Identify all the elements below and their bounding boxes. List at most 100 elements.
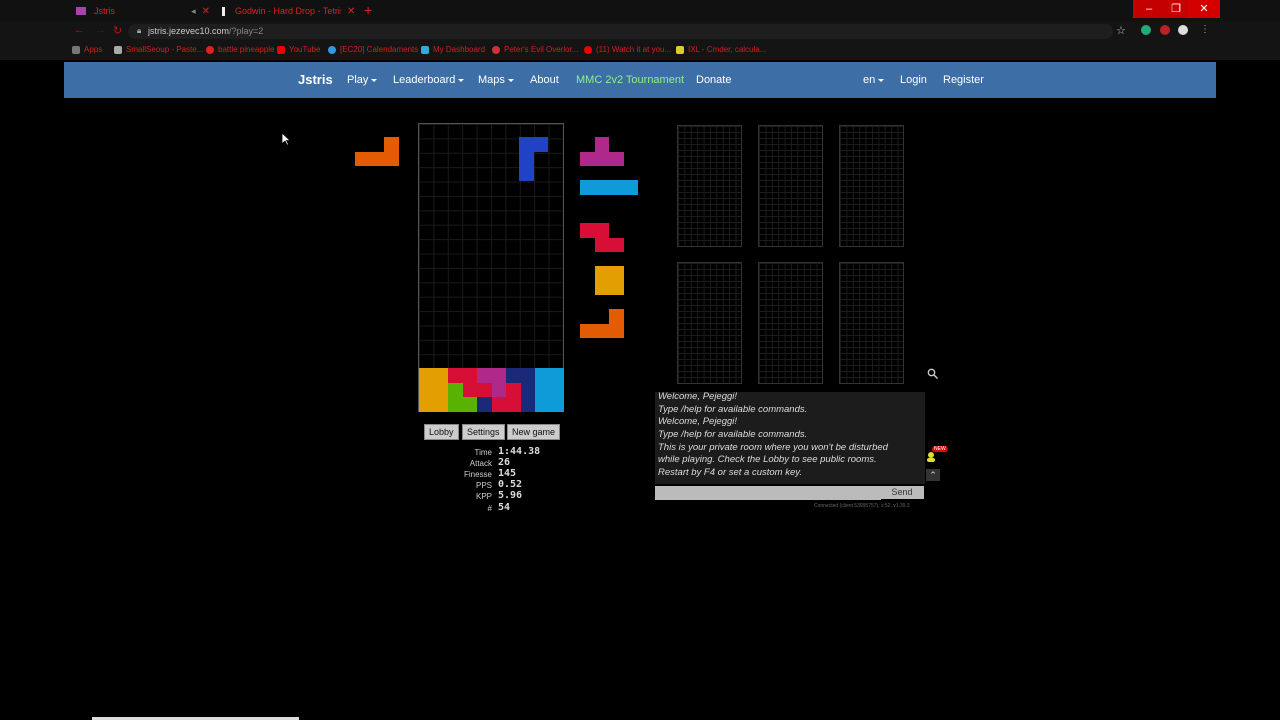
address-bar[interactable] bbox=[128, 24, 1113, 39]
profile-avatar-icon[interactable] bbox=[1178, 25, 1188, 35]
caret-down-icon bbox=[458, 78, 465, 82]
bookmark-item[interactable]: IXL - Cmder, calcula... bbox=[676, 45, 766, 54]
block bbox=[462, 397, 477, 412]
block bbox=[549, 382, 564, 397]
block bbox=[594, 237, 609, 252]
block bbox=[491, 397, 506, 412]
caret-down-icon bbox=[878, 78, 885, 82]
bookmark-item[interactable]: Peter's Evil Overlor... bbox=[492, 45, 578, 54]
chat-message: Type /help for available commands. bbox=[658, 429, 808, 440]
stat-label-pieces: # bbox=[487, 504, 492, 513]
block bbox=[506, 397, 521, 412]
bookmark-label: (11) Watch it at you... bbox=[596, 45, 672, 54]
browser-tab-godwin[interactable]: Godwin - Hard Drop - Tetris W... ✕ bbox=[218, 1, 358, 21]
block bbox=[549, 368, 564, 383]
tab-favicon-icon bbox=[76, 7, 86, 15]
block bbox=[580, 180, 595, 195]
connection-status: Connected (client 53995757), s:52, v1.39… bbox=[814, 503, 910, 509]
new-badge: NEW bbox=[932, 446, 948, 452]
tab-favicon-icon bbox=[222, 6, 225, 16]
menu-kebab-icon[interactable]: ⋮ bbox=[1200, 24, 1210, 35]
send-button[interactable]: Send bbox=[880, 486, 924, 499]
chat-message: while playing. Check the Lobby to see pu… bbox=[658, 454, 877, 465]
url-host: jstris.jezevec10.com bbox=[148, 26, 230, 36]
block bbox=[609, 180, 624, 195]
block bbox=[520, 368, 535, 383]
block bbox=[477, 382, 492, 397]
chat-scroll-up-icon[interactable]: ⌃ bbox=[926, 469, 940, 481]
new-game-button[interactable]: New game bbox=[507, 424, 561, 440]
bookmark-label: Peter's Evil Overlor... bbox=[504, 45, 579, 54]
block bbox=[433, 397, 448, 412]
chat-message: Restart by F4 or set a custom key. bbox=[658, 467, 802, 478]
block bbox=[609, 323, 624, 338]
nav-donate[interactable]: Donate bbox=[696, 74, 731, 86]
lobby-button[interactable]: Lobby bbox=[424, 424, 459, 440]
close-icon[interactable]: ✕ bbox=[202, 6, 210, 17]
stat-value-pieces: 54 bbox=[498, 502, 511, 513]
stat-value-attack: 26 bbox=[498, 457, 511, 468]
nav-label: Leaderboard bbox=[393, 74, 456, 86]
block bbox=[419, 368, 434, 383]
bookmark-label: Apps bbox=[84, 45, 103, 54]
bookmark-label: SmallSeoup - Paste... bbox=[126, 45, 204, 54]
nav-tournament[interactable]: MMC 2v2 Tournament bbox=[576, 74, 684, 86]
back-arrow-icon[interactable]: ← bbox=[74, 24, 85, 36]
block bbox=[533, 137, 548, 152]
nav-maps[interactable]: Maps bbox=[478, 74, 514, 86]
chat-message: Welcome, Pejeggi! bbox=[658, 391, 738, 402]
opponent-board bbox=[839, 262, 904, 384]
block bbox=[595, 266, 610, 281]
block bbox=[355, 151, 370, 166]
bookmark-item[interactable]: (11) Watch it at you... bbox=[584, 45, 671, 54]
nav-about[interactable]: About bbox=[530, 74, 559, 86]
block bbox=[594, 223, 609, 238]
block bbox=[609, 151, 624, 166]
block bbox=[384, 137, 399, 152]
block bbox=[520, 382, 535, 397]
zoom-magnifier-icon[interactable] bbox=[927, 368, 938, 379]
url-text[interactable]: jstris.jezevec10.com/?play=2 bbox=[148, 26, 263, 36]
bookmark-label: battle pineapple bbox=[218, 45, 275, 54]
shield-extension-icon[interactable] bbox=[1141, 25, 1151, 35]
language-select[interactable]: en bbox=[863, 74, 885, 86]
bookmark-item[interactable]: battle pineapple bbox=[206, 45, 275, 54]
bookmark-item[interactable]: SmallSeoup - Paste... bbox=[114, 45, 203, 54]
block bbox=[462, 382, 477, 397]
window-close-button[interactable]: ✕ bbox=[1188, 0, 1220, 18]
block bbox=[506, 368, 521, 383]
close-icon[interactable]: ✕ bbox=[347, 6, 355, 17]
nav-play[interactable]: Play bbox=[347, 74, 378, 86]
nav-leaderboard[interactable]: Leaderboard bbox=[393, 74, 465, 86]
reload-icon[interactable]: ↻ bbox=[113, 24, 122, 37]
browser-tab-jstris[interactable]: Jstris ◂ ✕ bbox=[70, 1, 210, 21]
brand-logo[interactable]: Jstris bbox=[298, 72, 333, 87]
new-tab-plus-icon[interactable]: + bbox=[364, 2, 372, 18]
bookmark-label: My Dashboard bbox=[433, 45, 486, 54]
bookmark-item[interactable]: [EC20] Calendaments bbox=[328, 45, 418, 54]
bookmark-item[interactable]: My Dashboard bbox=[421, 45, 485, 54]
block bbox=[535, 397, 550, 412]
puzzle-extension-icon[interactable] bbox=[1160, 25, 1170, 35]
login-link[interactable]: Login bbox=[900, 74, 927, 86]
block bbox=[580, 323, 595, 338]
settings-button[interactable]: Settings bbox=[462, 424, 505, 440]
opponent-board bbox=[677, 262, 742, 384]
url-path: /?play=2 bbox=[229, 26, 264, 36]
bookmark-label: [EC20] Calendaments bbox=[340, 45, 419, 54]
register-link[interactable]: Register bbox=[943, 74, 984, 86]
opponent-board bbox=[839, 125, 904, 247]
block bbox=[594, 323, 609, 338]
nav-label: Play bbox=[347, 74, 369, 86]
block bbox=[477, 368, 492, 383]
bookmark-item[interactable]: YouTube bbox=[277, 45, 320, 54]
block bbox=[448, 382, 463, 397]
mouse-cursor-icon bbox=[282, 133, 291, 146]
forward-arrow-icon[interactable]: → bbox=[95, 24, 106, 36]
chat-input[interactable] bbox=[655, 486, 881, 500]
stat-label-pps: PPS bbox=[475, 481, 492, 490]
bookmark-apps[interactable]: Apps bbox=[72, 45, 102, 54]
apps-grid-icon bbox=[72, 45, 80, 54]
mute-icon[interactable]: ◂ bbox=[191, 6, 196, 17]
bookmark-star-icon[interactable]: ☆ bbox=[1116, 24, 1126, 37]
